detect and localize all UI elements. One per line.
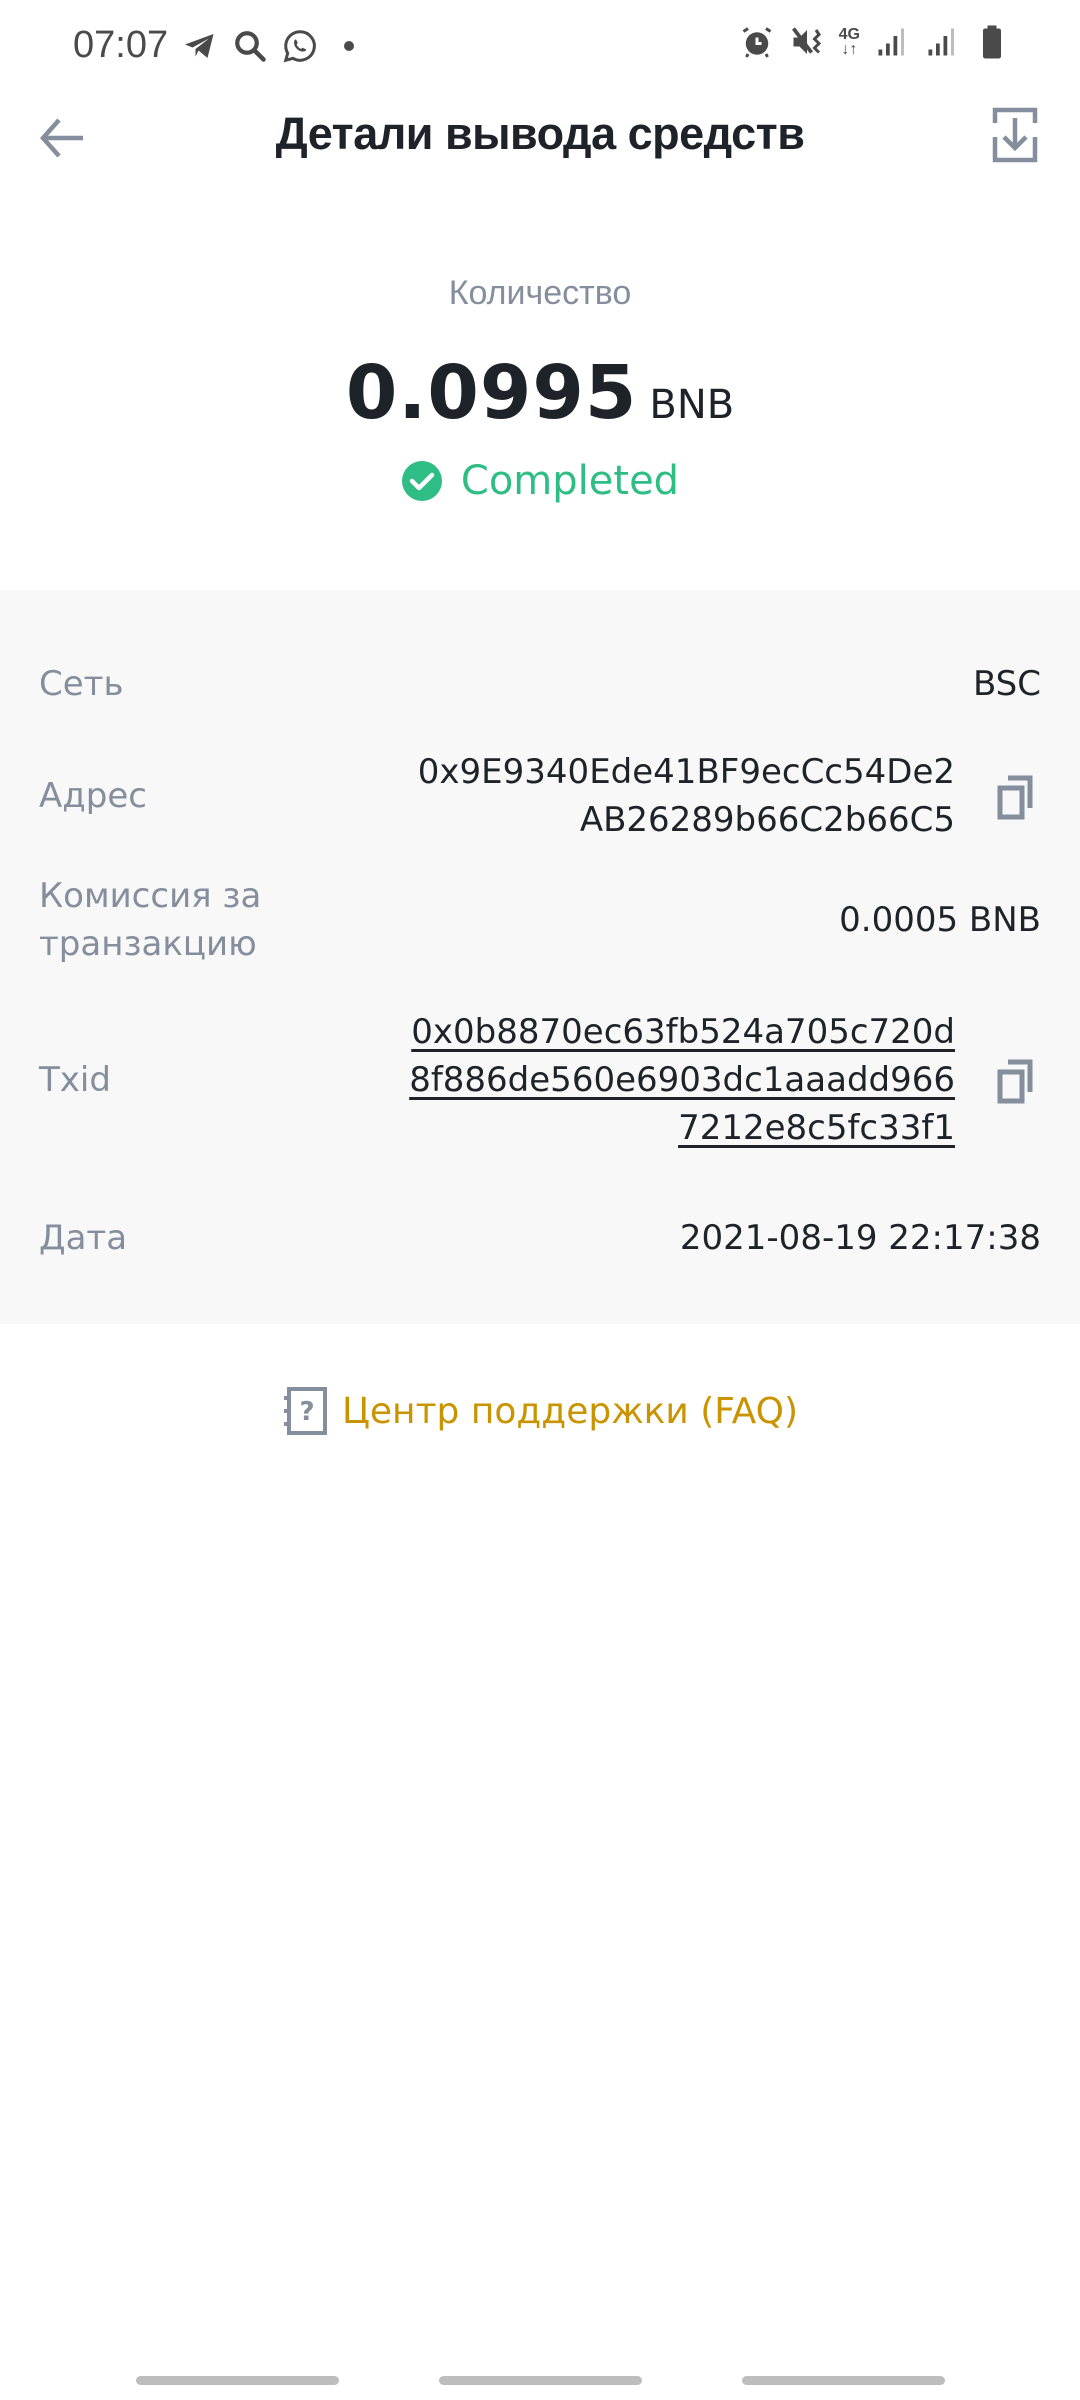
txid-link[interactable]: 0x0b8870ec63fb524a705c720d 8f886de560e69…: [409, 1008, 955, 1152]
status-text: Completed: [460, 458, 680, 504]
faq-label: Центр поддержки (FAQ): [341, 1390, 799, 1432]
signal-icon: [928, 28, 954, 56]
page-title: Детали вывода средств: [275, 108, 805, 159]
copy-txid-button[interactable]: [990, 1056, 1040, 1106]
fee-label: Комиссия за транзакцию: [39, 876, 262, 964]
network-label: Сеть: [39, 664, 124, 704]
search-icon: [235, 31, 266, 62]
signal-icon: [878, 28, 904, 56]
date-label: Дата: [39, 1218, 128, 1258]
amount-row: 0.0995 BNB: [0, 350, 1080, 436]
alarm-icon: [742, 27, 771, 58]
details-panel: Сеть BSC Адрес 0x9E9340Ede41BF9ecCc54De2…: [0, 590, 1080, 1324]
whatsapp-icon: [283, 30, 316, 63]
telegram-icon: [185, 34, 214, 58]
help-book-icon: ?: [283, 1387, 327, 1435]
network-value: BSC: [972, 664, 1041, 704]
app-header: Детали вывода средств: [0, 92, 1080, 182]
svg-text:?: ?: [299, 1397, 314, 1427]
txid-label: Txid: [39, 1060, 111, 1100]
withdrawal-summary: Количество 0.0995 BNB Completed: [0, 182, 1080, 590]
copy-icon: [997, 775, 1033, 820]
date-value: 2021-08-19 22:17:38: [679, 1218, 1041, 1258]
system-nav-bar: [0, 2320, 1080, 2400]
battery-icon: [983, 25, 1001, 59]
status-time: 07:07: [73, 24, 169, 66]
fee-value: 0.0005 BNB: [839, 900, 1041, 940]
check-circle-icon: [401, 461, 442, 501]
nav-back-button[interactable]: [742, 2376, 945, 2385]
amount-value: 0.0995: [345, 350, 638, 436]
address-label: Адрес: [39, 776, 147, 816]
address-value: 0x9E9340Ede41BF9ecCc54De2 AB26289b66C2b6…: [417, 752, 955, 840]
download-button[interactable]: [980, 100, 1050, 170]
faq-link[interactable]: ? Центр поддержки (FAQ): [0, 1386, 1080, 1436]
status-bar: 07:07 4G ↓↑: [0, 0, 1080, 92]
copy-icon: [997, 1059, 1033, 1104]
network-4g-icon: 4G ↓↑: [838, 26, 860, 58]
nav-home-button[interactable]: [439, 2376, 642, 2385]
nav-recents-button[interactable]: [136, 2376, 339, 2385]
vibrate-mute-icon: [791, 27, 821, 54]
amount-label: Количество: [448, 274, 632, 312]
status-badge: Completed: [0, 458, 1080, 504]
download-icon: [992, 107, 1038, 163]
amount-unit: BNB: [649, 382, 735, 428]
copy-address-button[interactable]: [990, 772, 1040, 822]
notification-dot: [344, 41, 354, 51]
